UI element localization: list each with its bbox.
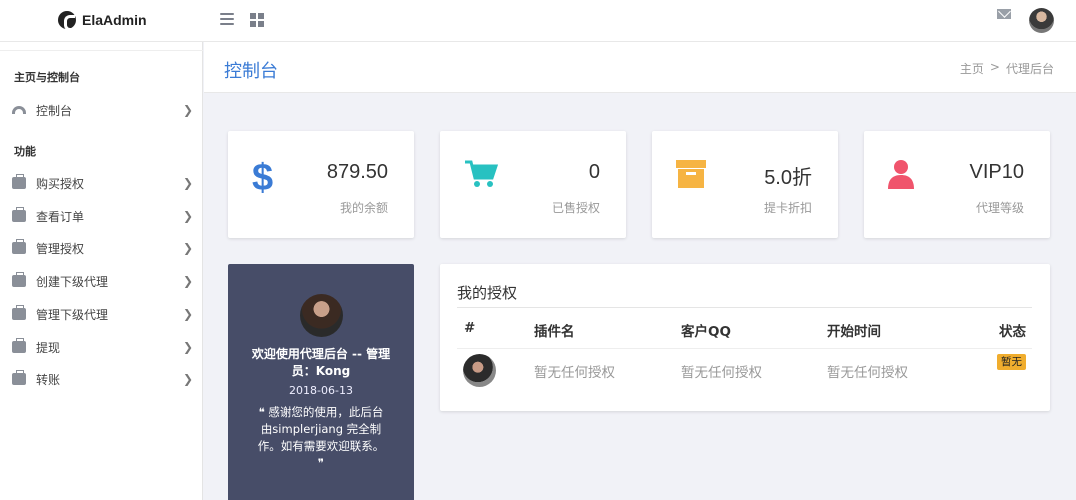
quote-close-icon: ❞: [317, 456, 325, 470]
briefcase-icon: [12, 305, 26, 320]
column-header-index: #: [464, 320, 476, 336]
column-header-qq: 客户QQ: [681, 324, 731, 340]
profile-avatar: [300, 294, 343, 337]
stat-card-discount: 5.0折 提卡折扣: [652, 131, 838, 238]
profile-date: 2018-06-13: [289, 384, 353, 397]
dollar-icon: $: [252, 157, 274, 199]
avatar: [463, 354, 496, 387]
sidebar-item-dashboard[interactable]: 控制台 ❯: [0, 95, 203, 125]
column-header-status: 状态: [999, 324, 1026, 340]
user-avatar[interactable]: [1029, 8, 1054, 33]
sidebar-item-transfer[interactable]: 转账 ❯: [0, 364, 203, 394]
stat-value: 0: [588, 161, 600, 183]
sidebar-item-create-subagent[interactable]: 创建下级代理 ❯: [0, 266, 203, 296]
stat-card-sold: 0 已售授权: [440, 131, 626, 238]
stat-label: 提卡折扣: [763, 201, 812, 215]
cell-plugin: 暂无任何授权: [534, 365, 615, 381]
chevron-right-icon: ❯: [183, 307, 194, 321]
quote-open-icon: ❝: [258, 405, 265, 419]
divider: [457, 348, 1032, 349]
sidebar-item-label: 管理授权: [36, 241, 85, 256]
sidebar-item-label: 转账: [36, 372, 61, 387]
briefcase-icon: [12, 272, 26, 287]
mail-icon[interactable]: [997, 9, 1011, 19]
divider: [457, 307, 1032, 308]
sidebar-item-label: 创建下级代理: [36, 274, 109, 289]
sidebar-item-label: 查看订单: [36, 209, 85, 224]
page-header: 控制台 主页 > 代理后台: [204, 42, 1076, 93]
briefcase-icon: [12, 207, 26, 222]
chevron-right-icon: ❯: [183, 176, 194, 190]
logo[interactable]: ElaAdmin: [58, 11, 147, 31]
status-badge: 暂无: [997, 354, 1026, 370]
license-table-title: 我的授权: [457, 284, 518, 302]
stat-card-level: VIP10 代理等级: [864, 131, 1050, 238]
chevron-right-icon: ❯: [183, 274, 194, 288]
chevron-right-icon: ❯: [183, 340, 194, 354]
sidebar-item-buy-license[interactable]: 购买授权 ❯: [0, 168, 203, 198]
stat-value: VIP10: [969, 161, 1024, 183]
briefcase-icon: [12, 370, 26, 385]
grid-icon[interactable]: [250, 13, 264, 27]
stat-card-balance: $ 879.50 我的余额: [228, 131, 414, 238]
breadcrumb-current: 代理后台: [1005, 62, 1054, 76]
briefcase-icon: [12, 338, 26, 353]
sidebar-item-label: 控制台: [36, 103, 73, 118]
profile-quote-text: 感谢您的使用，此后台由simplerjiang 完全制作。如有需要欢迎联系。: [257, 405, 385, 453]
breadcrumb: 主页 > 代理后台: [960, 60, 1054, 77]
cell-qq: 暂无任何授权: [681, 365, 762, 381]
logo-icon: [58, 11, 76, 31]
top-bar: ElaAdmin: [0, 0, 1076, 42]
breadcrumb-home[interactable]: 主页: [960, 60, 984, 77]
chevron-right-icon: ❯: [183, 209, 194, 223]
sidebar-item-label: 提现: [36, 340, 61, 355]
dashboard-icon: [12, 106, 26, 114]
sidebar-item-label: 购买授权: [36, 176, 85, 191]
chevron-right-icon: ❯: [183, 103, 194, 117]
page-title: 控制台: [224, 61, 278, 82]
stat-value: 5.0折: [764, 167, 812, 189]
column-header-plugin: 插件名: [534, 324, 575, 340]
column-header-start-time: 开始时间: [827, 324, 881, 340]
sidebar: 主页与控制台 控制台 ❯ 功能 购买授权 ❯ 查看订单 ❯ 管理授权 ❯ 创建下…: [0, 42, 203, 500]
logo-text: ElaAdmin: [82, 12, 147, 28]
chevron-right-icon: ❯: [183, 241, 194, 255]
profile-welcome: 欢迎使用代理后台 -- 管理员：Kong: [251, 347, 391, 378]
sidebar-item-manage-subagent[interactable]: 管理下级代理 ❯: [0, 299, 203, 329]
user-icon: [888, 160, 914, 189]
stat-label: 已售授权: [551, 201, 600, 215]
stat-label: 代理等级: [975, 201, 1024, 215]
archive-box-icon: [676, 160, 706, 188]
menu-icon[interactable]: [220, 13, 234, 27]
stat-value: 879.50: [326, 161, 388, 183]
sidebar-item-withdraw[interactable]: 提现 ❯: [0, 332, 203, 362]
profile-card: 欢迎使用代理后台 -- 管理员：Kong 2018-06-13 ❝ 感谢您的使用…: [228, 264, 414, 500]
license-table-card: 我的授权 # 插件名 客户QQ 开始时间 状态 暂无任何授权 暂无任何授权 暂无…: [440, 264, 1050, 411]
sidebar-divider: [0, 50, 203, 51]
briefcase-icon: [12, 239, 26, 254]
stat-label: 我的余额: [339, 201, 388, 215]
sidebar-section-title-functions: 功能: [14, 145, 36, 158]
sidebar-item-view-orders[interactable]: 查看订单 ❯: [0, 201, 203, 231]
sidebar-section-title-home: 主页与控制台: [14, 71, 80, 84]
sidebar-item-label: 管理下级代理: [36, 307, 109, 322]
briefcase-icon: [12, 174, 26, 189]
chevron-right-icon: ❯: [183, 372, 194, 386]
breadcrumb-separator: >: [989, 60, 1000, 74]
profile-quote: ❝ 感谢您的使用，此后台由simplerjiang 完全制作。如有需要欢迎联系。…: [254, 404, 388, 472]
cart-icon: [465, 160, 498, 187]
cell-start-time: 暂无任何授权: [827, 365, 908, 381]
sidebar-item-manage-license[interactable]: 管理授权 ❯: [0, 233, 203, 263]
